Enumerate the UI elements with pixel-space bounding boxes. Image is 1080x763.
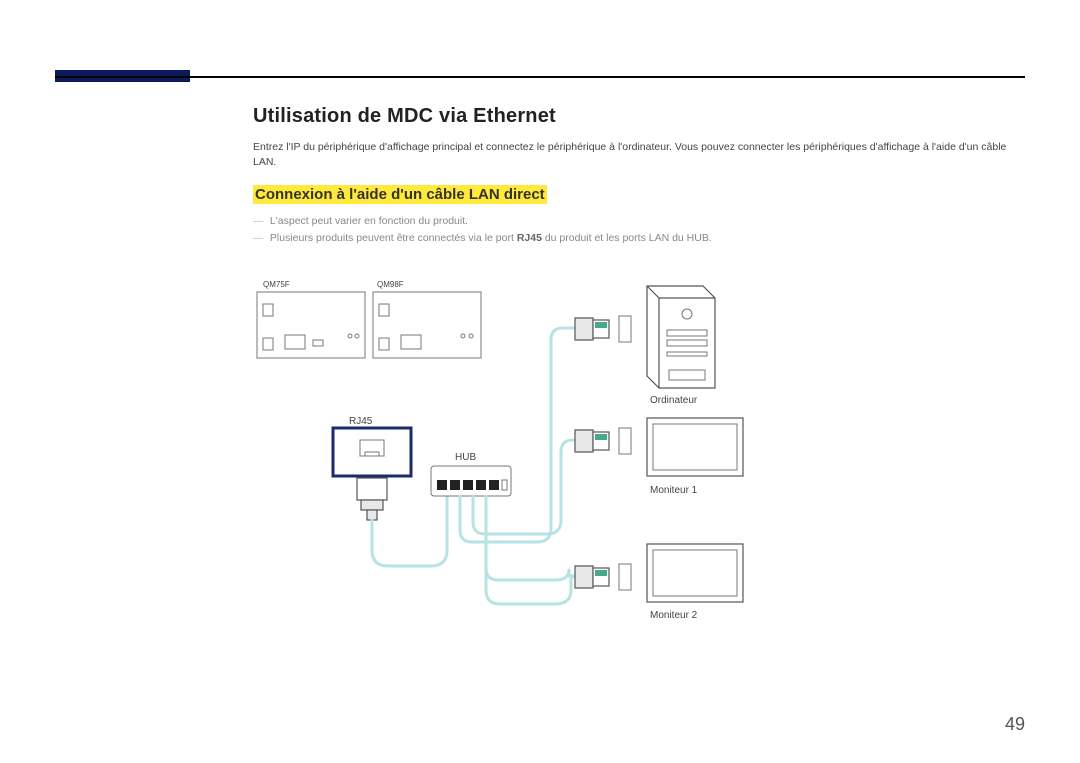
hub-label: HUB	[455, 452, 476, 463]
monitor1-label: Moniteur 1	[650, 485, 697, 496]
panel-qm98f	[373, 292, 481, 358]
model-a-label: QM75F	[263, 280, 290, 289]
horizontal-rule	[55, 76, 1025, 78]
monitor2-label: Moniteur 2	[650, 610, 697, 621]
panel-qm75f	[257, 292, 365, 358]
model-b-label: QM98F	[377, 280, 404, 289]
computer-tower	[647, 286, 715, 388]
rj45-closeup	[333, 428, 411, 476]
dash-icon: ―	[253, 215, 267, 227]
plug-to-computer	[575, 316, 631, 342]
monitor-1	[647, 418, 743, 476]
manual-page: Utilisation de MDC via Ethernet Entrez l…	[0, 0, 1080, 763]
diagram-svg	[255, 280, 775, 640]
note-line-2: ― Plusieurs produits peuvent être connec…	[253, 232, 1023, 244]
note-line-1: ― L'aspect peut varier en fonction du pr…	[253, 215, 1023, 227]
intro-paragraph: Entrez l'IP du périphérique d'affichage …	[253, 140, 1023, 170]
plug-to-monitor1	[575, 428, 631, 454]
monitor-2	[647, 544, 743, 602]
note-text: Plusieurs produits peuvent être connecté…	[270, 232, 712, 244]
bold-rj45: RJ45	[517, 232, 542, 244]
connection-diagram: QM75F QM98F RJ45 HUB Ordinateur Moniteur…	[255, 280, 775, 640]
rj45-plug	[357, 478, 387, 520]
dash-icon: ―	[253, 232, 267, 244]
subsection-heading-wrap: Connexion à l'aide d'un câble LAN direct	[253, 186, 547, 204]
rj45-label: RJ45	[349, 416, 372, 427]
section-heading: Utilisation de MDC via Ethernet	[253, 105, 556, 128]
hub-device	[431, 466, 511, 496]
page-number: 49	[1005, 714, 1025, 735]
subsection-heading: Connexion à l'aide d'un câble LAN direct	[253, 185, 547, 204]
plug-to-monitor2	[575, 564, 631, 590]
note-text: L'aspect peut varier en fonction du prod…	[270, 215, 468, 227]
computer-label: Ordinateur	[650, 395, 697, 406]
